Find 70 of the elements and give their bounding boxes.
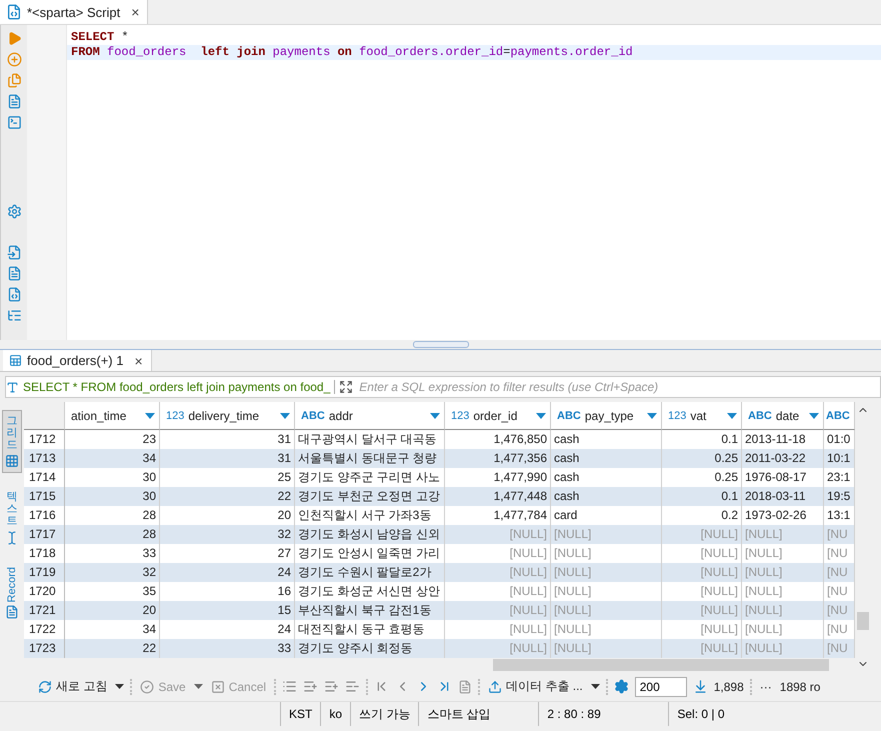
caret-icon[interactable] [194, 684, 203, 689]
column-header[interactable]: ABC date [742, 402, 824, 430]
fetch-all-icon[interactable] [692, 679, 708, 694]
script-icon [6, 4, 22, 20]
sort-icon[interactable] [647, 412, 657, 418]
fetched-count: 1,898 [714, 680, 744, 694]
caret-icon[interactable] [115, 684, 124, 689]
expand-icon[interactable] [339, 380, 354, 394]
page-icon[interactable] [458, 680, 472, 694]
table-row[interactable]: 1713 34 31 서울특별시 동대문구 청량 1,477,356 cash 0.25 2011-03-22 10:1 [24, 449, 855, 468]
more-button[interactable]: ··· [758, 680, 774, 694]
terminal-icon[interactable] [6, 115, 22, 130]
sort-icon[interactable] [727, 412, 737, 418]
row-count: 1898 ro [780, 680, 820, 694]
table-row[interactable]: 1719 32 24 경기도 수원시 팔달로2가 [NULL] [NULL] [NULL] [NULL] [NU [24, 563, 855, 582]
sort-icon[interactable] [809, 412, 819, 418]
check-icon [140, 680, 154, 694]
status-text: KST [280, 702, 320, 726]
table-row[interactable]: 1721 20 15 부산직할시 북구 감전1동 [NULL] [NULL] [NULL] [NULL] [NU [24, 601, 855, 620]
grid-icon [5, 454, 19, 468]
view-tab[interactable]: 텍스트 [2, 487, 22, 549]
results-tab[interactable]: food_orders(+) 1 × [3, 350, 152, 371]
close-icon[interactable]: × [134, 352, 143, 368]
column-header[interactable]: ation_time [65, 402, 160, 430]
status-text: 스마트 삽입 [418, 702, 538, 726]
export-button[interactable]: 데이터 추출 ... [486, 678, 585, 695]
table-corner [24, 402, 65, 430]
column-header[interactable]: 123 vat [662, 402, 742, 430]
sort-icon[interactable] [145, 412, 155, 418]
column-header[interactable]: 123 delivery_time [160, 402, 295, 430]
refresh-button[interactable]: 새로 고침 [36, 678, 110, 695]
column-header[interactable]: 123 order_id [445, 402, 551, 430]
status-text: ko [320, 702, 350, 726]
fetch-size-field[interactable]: 200 [634, 676, 687, 696]
scrollbar-thumb[interactable] [856, 612, 868, 630]
column-header[interactable]: ABC addr [295, 402, 445, 430]
status-text: 쓰기 가능 [350, 702, 418, 726]
query-text: SELECT * FROM food_orders left join payments on food_ [19, 380, 336, 394]
table-row[interactable]: 1715 30 22 경기도 부천군 오정면 고강 1,477,448 cash 0.1 2018-03-11 19:5 [24, 487, 855, 506]
text-icon [6, 380, 19, 394]
splitter-handle[interactable] [412, 341, 468, 348]
table-icon [9, 354, 22, 367]
settings-icon[interactable] [614, 679, 629, 694]
sort-icon[interactable] [536, 412, 546, 418]
scrollbar-thumb[interactable] [493, 659, 829, 671]
outline-icon[interactable] [6, 308, 22, 323]
table-row[interactable]: 1723 22 33 경기도 양주시 회정동 [NULL] [NULL] [NULL] [NULL] [NU [24, 639, 855, 658]
upload-icon [488, 680, 502, 694]
status-text: Sel: 0 | 0 [668, 702, 758, 726]
add-row-icon[interactable] [303, 679, 318, 694]
column-header[interactable]: ABC pay_type [551, 402, 662, 430]
status-text: 2 : 80 : 89 [538, 702, 668, 726]
settings-icon[interactable] [6, 204, 22, 219]
execute-icon[interactable] [6, 31, 22, 46]
sort-icon[interactable] [280, 412, 290, 418]
close-icon[interactable]: × [131, 4, 140, 20]
cancel-icon [210, 680, 225, 694]
sort-icon[interactable] [430, 412, 440, 418]
caret-icon[interactable] [590, 684, 600, 689]
filter-field[interactable]: SELECT * FROM food_orders left join payments on food_ Enter a SQL expression to filter results (use Ctrl+Space) [5, 376, 881, 398]
record-icon [5, 605, 19, 620]
code-line: SELECT * [70, 30, 130, 45]
table-row[interactable]: 1717 28 32 경기도 화성시 남양읍 신외 [NULL] [NULL] [NULL] [NULL] [NU [24, 525, 855, 544]
file-code-icon[interactable] [6, 287, 22, 302]
column-header[interactable]: ABC [824, 402, 855, 430]
load-file-icon[interactable] [6, 245, 22, 260]
editor-tab[interactable]: *<sparta> Script × [0, 0, 148, 24]
view-tab[interactable]: Record [2, 562, 22, 624]
refresh-icon [38, 680, 52, 694]
delete-row-icon[interactable] [345, 679, 360, 694]
